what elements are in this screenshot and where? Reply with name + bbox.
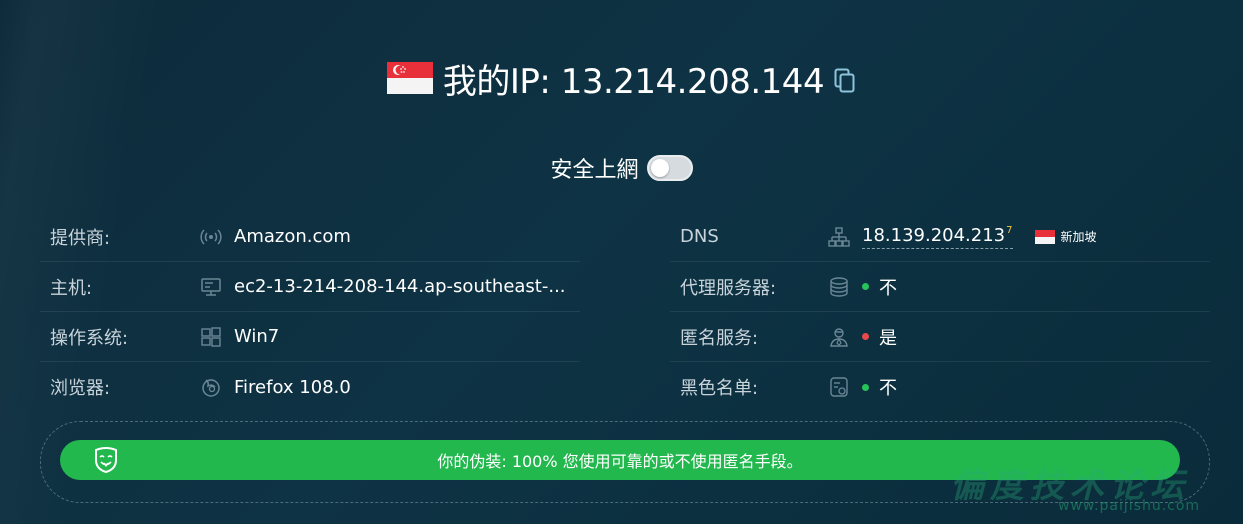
- host-value: ec2-13-214-208-144.ap-southeast-...: [234, 276, 566, 297]
- dns-value-link[interactable]: 18.139.204.2137: [862, 225, 1013, 249]
- anonymizer-value: 是: [879, 327, 897, 349]
- disguise-status-bar: 你的伪装: 100% 您使用可靠的或不使用匿名手段。: [60, 440, 1180, 480]
- blacklist-icon: [828, 376, 850, 398]
- os-row: 操作系统: Win7: [40, 312, 580, 362]
- anonymizer-status-dot: [862, 333, 869, 340]
- dns-count: 7: [1006, 224, 1013, 236]
- blacklist-value: 不: [879, 378, 897, 399]
- proxy-row: 代理服务器: 不: [670, 262, 1210, 312]
- anonymizer-row: 匿名服务: 是: [670, 312, 1210, 362]
- broadcast-icon: [200, 226, 222, 248]
- os-value: Win7: [234, 326, 280, 347]
- database-icon: [828, 276, 850, 298]
- host-row: 主机: ec2-13-214-208-144.ap-southeast-...: [40, 262, 580, 312]
- blacklist-status-dot: [862, 383, 869, 391]
- disguise-text: 你的伪装: 100% 您使用可靠的或不使用匿名手段。: [437, 452, 803, 471]
- provider-label: 提供商:: [50, 227, 111, 249]
- dns-label: DNS: [680, 226, 719, 247]
- blacklist-row: 黑色名单: 不: [670, 362, 1210, 412]
- agent-icon: [828, 326, 850, 348]
- provider-row: 提供商: Amazon.com: [40, 212, 580, 262]
- anonymizer-label: 匿名服务:: [680, 327, 759, 349]
- secure-browsing-row: 安全上網: [0, 148, 1243, 188]
- windows-icon: [200, 326, 222, 348]
- dns-country: 新加坡: [1060, 230, 1097, 244]
- browser-row: 浏览器: Firefox 108.0: [40, 362, 580, 412]
- server-icon: [200, 276, 222, 298]
- proxy-value: 不: [879, 277, 897, 299]
- browser-icon: [200, 376, 222, 398]
- toggle-knob: [650, 159, 669, 177]
- browser-value: Firefox 108.0: [234, 376, 351, 398]
- network-icon: [828, 226, 850, 248]
- dns-ip: 18.139.204.213: [862, 224, 1006, 246]
- connection-info-right: DNS 18.139.204.2137 新加坡 代理服务器: 不 匿名服务: 是…: [670, 212, 1210, 412]
- secure-browsing-label: 安全上網: [550, 158, 639, 183]
- my-ip-text: 我的IP: 13.214.208.144: [442, 61, 825, 102]
- singapore-flag-small-icon: [1034, 229, 1055, 244]
- ip-header: 我的IP: 13.214.208.144: [0, 48, 1243, 108]
- host-label: 主机:: [50, 277, 93, 299]
- singapore-flag-icon: [386, 62, 433, 94]
- secure-browsing-toggle[interactable]: [646, 155, 693, 181]
- copy-icon[interactable]: [834, 68, 856, 94]
- proxy-label: 代理服务器:: [680, 277, 777, 299]
- proxy-status-dot: [862, 283, 869, 290]
- mask-icon: [95, 447, 117, 474]
- os-label: 操作系统:: [50, 327, 129, 349]
- provider-value: Amazon.com: [234, 226, 351, 247]
- dns-row: DNS 18.139.204.2137 新加坡: [670, 212, 1210, 262]
- blacklist-label: 黑色名单:: [680, 378, 759, 399]
- browser-label: 浏览器:: [50, 378, 111, 399]
- connection-info-left: 提供商: Amazon.com 主机: ec2-13-214-208-144.a…: [40, 212, 580, 412]
